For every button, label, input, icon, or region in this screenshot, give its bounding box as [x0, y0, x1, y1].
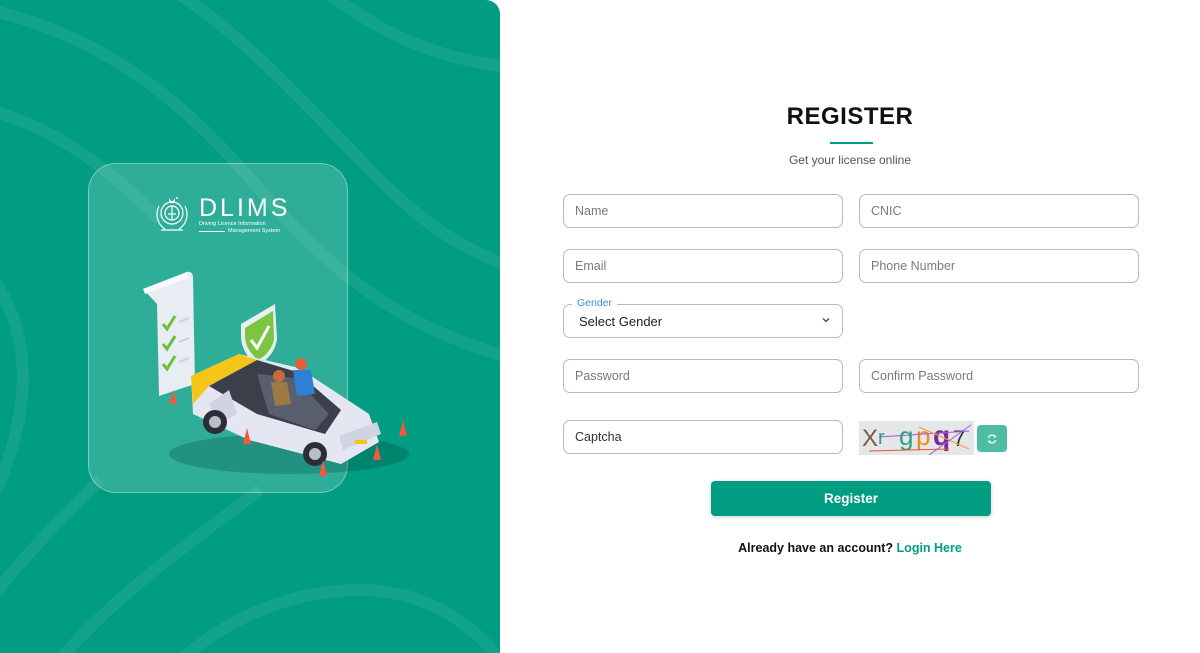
- brand-tagline-2-row: Management System: [199, 228, 290, 235]
- government-seal-icon: [156, 197, 188, 231]
- page-title: REGISTER: [786, 103, 914, 130]
- login-link[interactable]: Login Here: [897, 541, 962, 555]
- tagline-divider: [199, 231, 225, 232]
- name-input[interactable]: [564, 195, 842, 227]
- captcha-input[interactable]: [564, 421, 842, 453]
- chevron-down-icon: [822, 318, 830, 323]
- name-field-wrapper: [563, 194, 843, 228]
- email-input[interactable]: [564, 250, 842, 282]
- gender-selected-value: Select Gender: [579, 314, 663, 329]
- password-input[interactable]: [564, 360, 842, 392]
- email-field-wrapper: [563, 249, 843, 283]
- phone-input[interactable]: [860, 250, 1138, 282]
- register-form: REGISTER Get your license online Gender …: [500, 0, 1200, 653]
- car-icon: [169, 354, 409, 474]
- brand-tagline-2: Management System: [228, 228, 280, 234]
- refresh-captcha-button[interactable]: [977, 425, 1007, 452]
- driving-car-illustration: [143, 271, 409, 476]
- cnic-input[interactable]: [860, 195, 1138, 227]
- captcha-image: X r g p q 7: [859, 421, 974, 455]
- checklist-document-icon: [143, 271, 195, 396]
- captcha-char: r: [878, 427, 885, 449]
- phone-field-wrapper: [859, 249, 1139, 283]
- brand-tagline-1: Driving Licence Information: [199, 221, 266, 227]
- title-underline: [830, 142, 873, 144]
- captcha-char: 7: [953, 426, 965, 451]
- login-prompt-text: Already have an account?: [738, 541, 894, 555]
- confirm-password-field-wrapper: [859, 359, 1139, 393]
- captcha-field-wrapper: [563, 420, 843, 454]
- login-prompt-row: Already have an account? Login Here: [500, 541, 1200, 555]
- gender-label: Gender: [572, 297, 618, 309]
- password-field-wrapper: [563, 359, 843, 393]
- gender-select[interactable]: Gender Select Gender: [563, 297, 843, 338]
- register-page: DLIMS Driving Licence Information Manage…: [0, 0, 1200, 653]
- captcha-char: p: [916, 421, 930, 451]
- brand-panel: DLIMS Driving Licence Information Manage…: [0, 0, 500, 653]
- cnic-field-wrapper: [859, 194, 1139, 228]
- brand-name: DLIMS: [199, 194, 291, 222]
- register-button[interactable]: Register: [711, 481, 991, 516]
- refresh-icon: [987, 433, 997, 444]
- brand-card: DLIMS Driving Licence Information Manage…: [88, 163, 409, 493]
- dlims-logo: DLIMS Driving Licence Information Manage…: [151, 194, 290, 236]
- page-subtitle: Get your license online: [788, 153, 912, 167]
- confirm-password-input[interactable]: [860, 360, 1138, 392]
- captcha-char: X: [862, 425, 878, 452]
